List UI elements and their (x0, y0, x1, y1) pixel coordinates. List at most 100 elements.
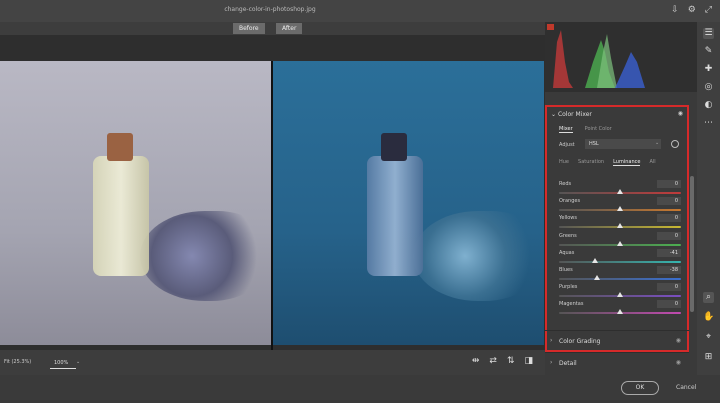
color-mixer-panel: ⌄ Color Mixer ◉ Mixer Point Color Adjust… (545, 105, 689, 352)
toggle-view-icon[interactable]: ⇅ (507, 356, 515, 366)
before-after-view-icon[interactable]: ◨ (524, 356, 533, 366)
fit-zoom-label[interactable]: Fit (25.3%) (4, 359, 31, 365)
healing-icon[interactable]: ✚ (703, 64, 714, 75)
slider-track[interactable] (559, 277, 681, 280)
slider-thumb[interactable] (591, 257, 598, 263)
visibility-eye-icon[interactable]: ◉ (676, 337, 681, 344)
slider-thumb[interactable] (617, 240, 623, 246)
chevron-right-icon: › (550, 337, 553, 344)
zoom-dropdown-icon[interactable]: ⌄ (76, 359, 80, 365)
gear-icon[interactable]: ⚙ (688, 5, 696, 15)
footer-bar: OK Cancel (0, 375, 720, 403)
section-title: Color Grading (559, 338, 601, 345)
save-icon[interactable]: ⇩ (671, 5, 679, 15)
slider-row-magentas: Magentas 0 (559, 300, 681, 318)
more-icon[interactable]: ⋯ (703, 118, 714, 129)
view-tools: ⇹ ⇄ ⇅ ◨ (472, 356, 533, 366)
section-color-grading[interactable]: › Color Grading ◉ (545, 330, 689, 350)
section-detail[interactable]: › Detail ◉ (545, 352, 689, 372)
cork-shape (107, 133, 133, 161)
zoom-tool-icon[interactable]: ⌕ (703, 292, 714, 303)
clipping-warning-icon[interactable] (547, 24, 554, 30)
slider-value-input[interactable]: -41 (657, 248, 681, 257)
swap-before-after-icon[interactable]: ⇹ (472, 356, 480, 366)
adjust-select[interactable]: HSL (585, 139, 661, 149)
slider-value-input[interactable]: 0 (657, 197, 681, 206)
image-canvas[interactable] (0, 35, 545, 364)
chevron-right-icon: › (550, 359, 553, 366)
tab-all[interactable]: All (649, 159, 655, 166)
tool-rail: ☰ ✎ ✚ ◎ ◐ ⋯ ⌕ ✋ ⌖ ⊞ (697, 22, 720, 375)
slider-row-oranges: Oranges 0 (559, 197, 681, 215)
edit-icon[interactable]: ☰ (703, 28, 714, 39)
slider-value-input[interactable]: 0 (657, 283, 681, 292)
slider-label: Aquas (559, 249, 575, 256)
slider-row-greens: Greens 0 (559, 231, 681, 250)
slider-label: Yellows (559, 215, 577, 222)
before-photo (0, 61, 271, 345)
visibility-eye-icon[interactable]: ◉ (678, 110, 683, 117)
visibility-eye-icon[interactable]: ◉ (676, 359, 681, 366)
slider-label: Blues (559, 266, 573, 273)
slider-row-reds: Reds 0 (559, 180, 681, 198)
grid-icon[interactable]: ⊞ (703, 352, 714, 363)
panel-scrollbar[interactable] (690, 176, 694, 312)
status-bar: Fit (25.3%) 100% ⌄ ⇹ ⇄ ⇅ ◨ (0, 350, 545, 375)
slider-thumb[interactable] (617, 189, 623, 194)
copy-settings-icon[interactable]: ⇄ (489, 356, 497, 366)
title-toolbar: ⇩ ⚙ ⤢ (671, 5, 712, 15)
slider-thumb[interactable] (617, 292, 623, 298)
slider-thumb[interactable] (617, 309, 623, 315)
tab-luminance[interactable]: Luminance (613, 159, 641, 166)
slider-row-blues: Blues -38 (559, 265, 681, 284)
slider-value-input[interactable]: -38 (657, 265, 681, 274)
sampler-icon[interactable]: ⌖ (703, 332, 714, 343)
histogram (545, 22, 697, 92)
cork-shape (381, 133, 407, 161)
after-label: After (276, 23, 303, 34)
slider-value-input[interactable]: 0 (657, 300, 681, 309)
slider-value-input[interactable]: 0 (657, 180, 681, 188)
tab-mixer[interactable]: Mixer (559, 126, 573, 133)
slider-label: Magentas (559, 301, 584, 308)
red-eye-icon[interactable]: ◎ (703, 82, 714, 93)
bottle-shape (367, 156, 423, 276)
tab-point-color[interactable]: Point Color (585, 126, 612, 133)
tab-saturation[interactable]: Saturation (578, 159, 604, 166)
tab-hue[interactable]: Hue (559, 159, 569, 166)
adjust-label: Adjust (559, 142, 575, 148)
slider-row-purples: Purples 0 (559, 283, 681, 301)
flowers-shape (140, 211, 270, 301)
color-mixer-header[interactable]: ⌄ Color Mixer (551, 111, 592, 118)
ok-button[interactable]: OK (621, 381, 659, 395)
slider-value-input[interactable]: 0 (657, 214, 681, 223)
slider-row-aquas: Aquas -41 (559, 248, 681, 267)
title-bar: change-color-in-photoshop.jpg ⇩ ⚙ ⤢ (0, 0, 720, 22)
hand-tool-icon[interactable]: ✋ (703, 312, 714, 323)
targeted-adjustment-icon[interactable] (671, 140, 679, 148)
slider-value-input[interactable]: 0 (657, 231, 681, 240)
before-after-labels: Before After (0, 22, 545, 35)
slider-thumb[interactable] (617, 206, 623, 212)
presets-icon[interactable]: ◐ (703, 100, 714, 111)
color-mixer-title: Color Mixer (557, 111, 592, 118)
fullscreen-icon[interactable]: ⤢ (705, 5, 712, 15)
slider-label: Reds (559, 181, 572, 187)
chevron-down-icon[interactable]: ⌄ (655, 140, 659, 146)
slider-label: Greens (559, 232, 577, 239)
luminance-sliders: Reds 0 Oranges 0 Yellows 0 Greens 0 Aquas -41 Blue… (559, 180, 681, 319)
slider-thumb[interactable] (593, 274, 600, 280)
mixer-mode-tabs: Mixer Point Color (559, 126, 612, 133)
edit-panel: ⌄ Color Mixer ◉ Mixer Point Color Adjust… (545, 22, 697, 375)
slider-track[interactable] (559, 260, 681, 263)
zoom-value[interactable]: 100% (50, 357, 76, 369)
cancel-button[interactable]: Cancel (676, 384, 696, 391)
before-label: Before (233, 23, 265, 34)
slider-row-yellows: Yellows 0 (559, 214, 681, 232)
after-photo (273, 61, 544, 345)
slider-thumb[interactable] (617, 223, 623, 229)
panel-spacer (545, 94, 689, 105)
camera-raw-window: change-color-in-photoshop.jpg ⇩ ⚙ ⤢ Befo… (0, 0, 720, 403)
brush-icon[interactable]: ✎ (703, 46, 714, 57)
flowers-shape (413, 211, 543, 301)
